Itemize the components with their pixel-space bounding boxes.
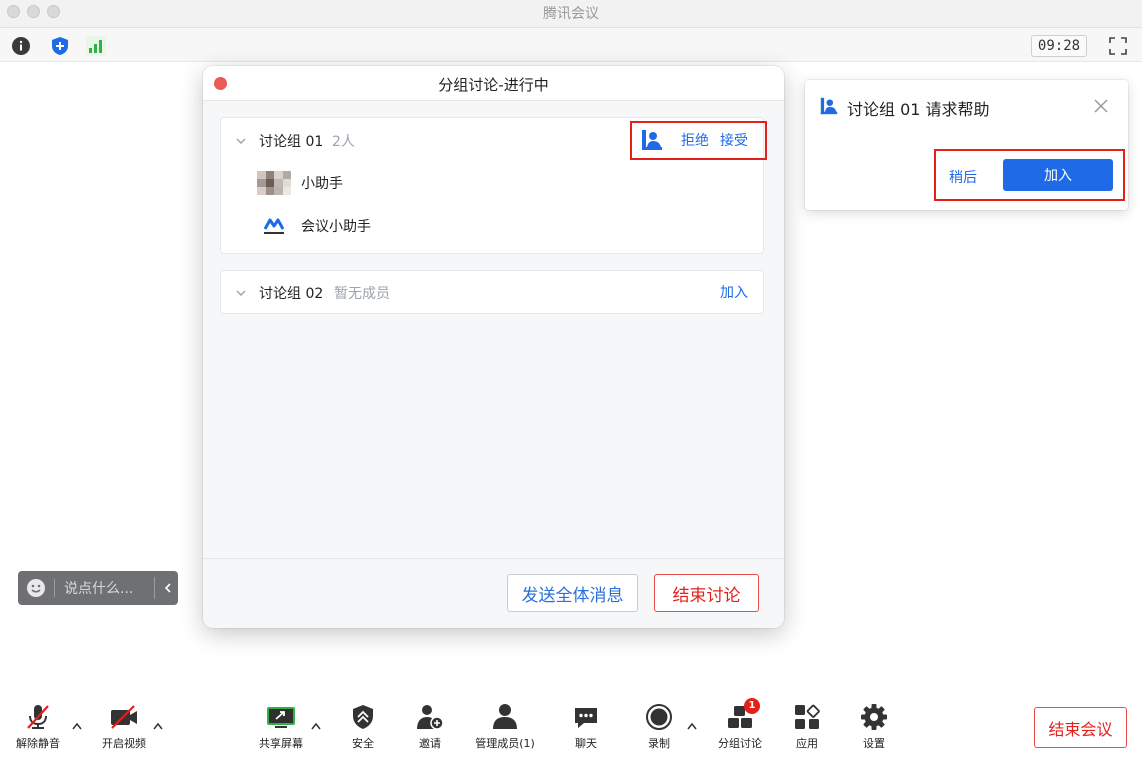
breakout-dialog: 分组讨论-进行中 讨论组 01 2人 拒绝 接受 小助手 会议小助手 讨论组 0… (203, 66, 784, 628)
chevron-up-icon[interactable] (310, 721, 322, 731)
dialog-footer: 发送全体消息 结束讨论 (203, 558, 784, 628)
unmute-button[interactable]: 解除静音 (3, 703, 73, 755)
members-icon (493, 704, 517, 729)
signal-strength-icon[interactable] (86, 36, 106, 56)
notification-badge: 1 (744, 698, 760, 714)
help-request-icon (820, 97, 838, 115)
member-row[interactable]: 小助手 (257, 171, 343, 195)
record-icon (646, 704, 672, 730)
tool-label: 开启视频 (102, 737, 146, 750)
security-shield-icon[interactable] (50, 36, 70, 56)
broadcast-message-button[interactable]: 发送全体消息 (507, 574, 638, 612)
share-screen-icon (267, 707, 295, 728)
security-button[interactable]: 安全 (328, 703, 398, 755)
chevron-down-icon[interactable] (235, 135, 247, 147)
quick-chat-input[interactable]: 说点什么... (18, 571, 178, 605)
tool-label: 聊天 (575, 737, 597, 750)
window-titlebar: 腾讯会议 (0, 0, 1142, 28)
dialog-header: 分组讨论-进行中 (203, 66, 784, 101)
member-row[interactable]: 会议小助手 (257, 214, 371, 238)
chevron-up-icon[interactable] (686, 721, 698, 731)
tool-label: 邀请 (419, 737, 441, 750)
record-button[interactable]: 录制 (624, 703, 694, 755)
chat-button[interactable]: 聊天 (551, 703, 621, 755)
tool-label: 解除静音 (16, 737, 60, 750)
highlight-box (630, 121, 767, 160)
mic-muted-icon (27, 705, 49, 729)
member-name: 会议小助手 (301, 219, 371, 235)
add-user-icon (417, 705, 444, 730)
tool-label: 管理成员(1) (475, 737, 535, 750)
apps-button[interactable]: 应用 (772, 703, 842, 755)
camera-off-icon (111, 705, 137, 729)
highlight-box (934, 149, 1125, 201)
tool-label: 分组讨论 (718, 737, 762, 750)
breakout-rooms-button[interactable]: 1 分组讨论 (705, 698, 775, 755)
settings-button[interactable]: 设置 (839, 703, 909, 755)
close-icon[interactable] (1093, 98, 1109, 114)
meeting-clock: 09:28 (1031, 35, 1087, 57)
chat-icon (575, 708, 597, 728)
start-video-button[interactable]: 开启视频 (89, 703, 159, 755)
manage-members-button[interactable]: 管理成员(1) (470, 703, 540, 755)
help-request-popup: 讨论组 01 请求帮助 稍后 加入 (805, 80, 1128, 210)
end-meeting-button[interactable]: 结束会议 (1034, 707, 1127, 748)
group-card-02: 讨论组 02 暂无成员 加入 (220, 270, 764, 314)
popup-title: 讨论组 01 请求帮助 (847, 100, 990, 119)
chat-placeholder: 说点什么... (64, 581, 134, 597)
member-name: 小助手 (301, 176, 343, 192)
gear-icon (861, 704, 887, 730)
tool-label: 共享屏幕 (259, 737, 303, 750)
chevron-up-icon[interactable] (71, 721, 83, 731)
invite-button[interactable]: 邀请 (395, 703, 465, 755)
share-screen-button[interactable]: 共享屏幕 (246, 703, 316, 755)
end-discussion-button[interactable]: 结束讨论 (654, 574, 759, 612)
tool-label: 应用 (796, 737, 818, 750)
chevron-down-icon[interactable] (235, 287, 247, 299)
join-group-button[interactable]: 加入 (720, 282, 748, 302)
group-member-count: 2人 (332, 134, 355, 150)
info-icon[interactable] (11, 36, 31, 56)
group-name: 讨论组 01 (259, 134, 324, 150)
group-name: 讨论组 02 (259, 286, 324, 302)
meeting-info-bar: 09:28 (0, 28, 1142, 62)
shield-icon (353, 705, 373, 729)
group-member-count: 暂无成员 (334, 286, 390, 302)
emoji-icon[interactable] (26, 578, 46, 598)
tool-label: 录制 (648, 737, 670, 750)
collapse-chevron-icon[interactable] (163, 582, 173, 594)
meeting-controls: 解除静音 开启视频 共享屏幕 安全 邀请 管理成员(1) 聊天 录制 1 分组讨… (0, 695, 1142, 760)
divider (54, 579, 55, 597)
divider (154, 577, 155, 599)
tencent-meeting-logo-icon (257, 214, 291, 238)
tool-label: 设置 (863, 737, 885, 750)
fullscreen-icon[interactable] (1108, 36, 1128, 56)
avatar (257, 171, 291, 195)
apps-icon (795, 704, 820, 729)
tool-label: 安全 (352, 737, 374, 750)
app-title: 腾讯会议 (543, 6, 599, 22)
group-card-01: 讨论组 01 2人 拒绝 接受 小助手 会议小助手 (220, 117, 767, 254)
chevron-up-icon[interactable] (152, 721, 164, 731)
dialog-title: 分组讨论-进行中 (438, 76, 549, 94)
